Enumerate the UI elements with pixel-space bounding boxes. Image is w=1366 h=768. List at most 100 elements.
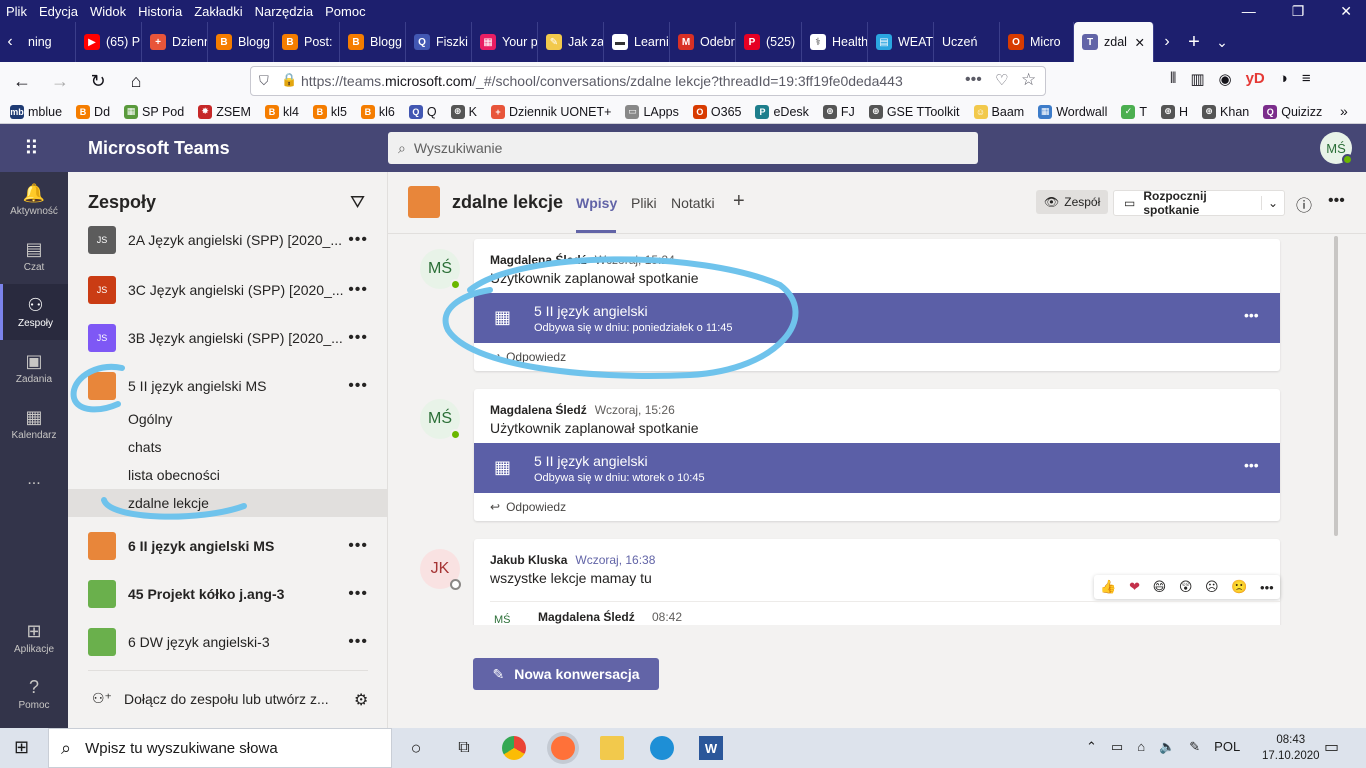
home-icon[interactable]: ⌂ [122, 67, 150, 95]
team-more-icon[interactable]: ••• [348, 377, 368, 395]
bookmark-item[interactable]: Bkl5 [312, 104, 347, 119]
browser-tab[interactable]: ✎ Jak zal [538, 22, 604, 62]
page-actions-icon[interactable]: ••• [965, 71, 982, 89]
browser-tab[interactable]: B Blogg [208, 22, 274, 62]
team-more-icon[interactable]: ••• [348, 585, 368, 603]
tab-pliki[interactable]: Pliki [631, 195, 657, 211]
file-explorer-icon[interactable] [600, 736, 624, 760]
rail-item-more-apps[interactable]: ... [0, 452, 68, 508]
menu-plik[interactable]: Plik [6, 4, 27, 19]
bookmark-item[interactable]: ▦ SP Pod [124, 104, 184, 119]
pocket-icon[interactable]: ♡ [995, 71, 1008, 89]
edge-icon[interactable] [650, 736, 674, 760]
back-icon[interactable]: ← [8, 67, 36, 95]
rail-item-help[interactable]: ? Pomoc [0, 666, 68, 722]
browser-tab[interactable]: ▦ Your p [472, 22, 538, 62]
bookmark-item[interactable]: Q Quizizz [1263, 104, 1322, 119]
team-item[interactable]: 6 II język angielski MS ••• [68, 522, 388, 570]
team-more-icon[interactable]: ••• [348, 329, 368, 347]
rail-item-chat[interactable]: ▤ Czat [0, 228, 68, 284]
app-menu-icon[interactable]: ≡ [1302, 70, 1311, 88]
browser-tab[interactable]: B Post: [274, 22, 340, 62]
bookmark-item[interactable]: ⊕ GSE TToolkit [868, 104, 960, 119]
browser-tab[interactable]: P (525) [736, 22, 802, 62]
reply-button[interactable]: ↩ Odpowiedz [490, 500, 566, 514]
close-window-icon[interactable]: ✕ [1340, 3, 1352, 20]
team-more-icon[interactable]: ••• [348, 231, 368, 249]
team-item[interactable]: JS 3C Język angielski (SPP) [2020_... ••• [68, 266, 388, 314]
shield-icon[interactable]: ⛉ [259, 73, 269, 89]
bookmark-item[interactable]: ⊕ Khan [1202, 104, 1249, 119]
meeting-more-icon[interactable]: ••• [1244, 307, 1259, 323]
channel-item[interactable]: lista obecności [68, 461, 388, 489]
team-more-icon[interactable]: ••• [348, 633, 368, 651]
channel-item[interactable]: chats [68, 433, 388, 461]
new-conversation-button[interactable]: ✎ Nowa konwersacja [473, 658, 659, 690]
menu-zakladki[interactable]: Zakładki [194, 4, 242, 19]
menu-narzedzia[interactable]: Narzędzia [255, 4, 314, 19]
firefox-icon[interactable] [551, 736, 575, 760]
bookmark-item[interactable]: ☺ Baam [973, 104, 1024, 119]
bookmark-item[interactable]: + Dziennik UONET+ [490, 104, 611, 119]
add-tab-icon[interactable]: + [733, 190, 745, 213]
taskbar-search-input[interactable]: ⌕ Wpisz tu wyszukiwane słowa [48, 728, 392, 768]
team-item[interactable]: JS 3B Język angielski (SPP) [2020_... ••• [68, 314, 388, 362]
rail-item-assignments[interactable]: ▣ Zadania [0, 340, 68, 396]
sidebar-icon[interactable]: ▥ [1190, 70, 1204, 88]
network-icon[interactable]: ⌂ [1137, 739, 1145, 755]
channel-item[interactable]: zdalne lekcje [68, 489, 388, 517]
bookmark-item[interactable]: ▦ Wordwall [1038, 104, 1107, 119]
browser-tab[interactable]: ▬ Learni [604, 22, 670, 62]
volume-icon[interactable]: 🔈 [1159, 739, 1175, 755]
reload-icon[interactable]: ↻ [84, 67, 112, 95]
reaction-icon[interactable]: ❤ [1129, 579, 1140, 595]
team-more-icon[interactable]: ••• [348, 537, 368, 555]
team-item[interactable]: 45 Projekt kółko j.ang-3 ••• [68, 570, 388, 618]
tab-notatki[interactable]: Notatki [671, 195, 715, 211]
chevron-down-icon[interactable]: ⌄ [1260, 196, 1284, 210]
minimize-icon[interactable]: — [1242, 3, 1256, 20]
restore-icon[interactable]: ❐ [1292, 3, 1305, 20]
reply-button[interactable]: ↩ Odpowiedz [490, 350, 566, 364]
browser-tab[interactable]: ▤ WEATI [868, 22, 934, 62]
browser-tab[interactable]: O Micro [1000, 22, 1074, 62]
message-more-icon[interactable]: ••• [1260, 580, 1274, 595]
team-item[interactable]: 5 II język angielski MS ••• [68, 362, 388, 410]
menu-pomoc[interactable]: Pomoc [325, 4, 365, 19]
bookmark-item[interactable]: B Dd [76, 104, 110, 119]
browser-tab[interactable]: + Dzienn [142, 22, 208, 62]
feed-scrollbar[interactable] [1334, 236, 1338, 536]
reaction-icon[interactable]: ☹ [1205, 579, 1219, 595]
reaction-icon[interactable]: 👍 [1100, 579, 1116, 595]
bookmarks-overflow-icon[interactable]: » [1340, 103, 1348, 119]
bookmark-star-icon[interactable]: ☆ [1021, 70, 1036, 90]
tabs-scroll-left-icon[interactable]: ‹ [0, 33, 20, 51]
message-card[interactable]: Magdalena Śledź Wczoraj, 15:24 Użytkownik… [474, 239, 1280, 371]
browser-tab[interactable]: Uczeń [934, 22, 1000, 62]
rail-item-calendar[interactable]: ▦ Kalendarz [0, 396, 68, 452]
account-icon[interactable]: ◉ [1219, 70, 1232, 88]
browser-tab[interactable]: ning [20, 22, 76, 62]
rail-item-teams[interactable]: ⚇ Zespoły [0, 284, 68, 340]
library-icon[interactable]: ⫴ [1170, 70, 1176, 88]
browser-tab[interactable]: ▶ (65) P [76, 22, 142, 62]
reaction-icon[interactable]: 😄 [1153, 579, 1167, 595]
menu-edycja[interactable]: Edycja [39, 4, 78, 19]
bookmark-item[interactable]: O O365 [692, 104, 741, 119]
browser-tab[interactable]: ⚕ Health [802, 22, 868, 62]
meeting-card[interactable]: ▦ 5 II język angielski Odbywa się w dniu… [474, 443, 1280, 493]
task-view-icon[interactable]: ⧉ [452, 736, 476, 760]
join-team-row[interactable]: ⚇⁺ Dołącz do zespołu lub utwórz z... [92, 690, 382, 707]
bookmark-item[interactable]: mb mblue [10, 104, 62, 119]
team-button[interactable]: 👁 Zespół [1036, 190, 1109, 214]
manage-teams-icon[interactable]: ⚙ [354, 690, 368, 710]
app-launcher-icon[interactable]: ⠿ [24, 136, 39, 161]
menu-historia[interactable]: Historia [138, 4, 182, 19]
yandex-icon[interactable]: yD [1246, 70, 1265, 88]
windows-start-icon[interactable]: ⊞ [14, 737, 29, 758]
forward-icon[interactable]: → [46, 67, 74, 95]
search-input[interactable]: ⌕ Wyszukiwanie [388, 132, 978, 164]
start-meeting-button[interactable]: ▭ Rozpocznij spotkanie ⌄ [1113, 189, 1285, 217]
meeting-more-icon[interactable]: ••• [1244, 457, 1259, 473]
tab-wpisy[interactable]: Wpisy [576, 195, 617, 211]
